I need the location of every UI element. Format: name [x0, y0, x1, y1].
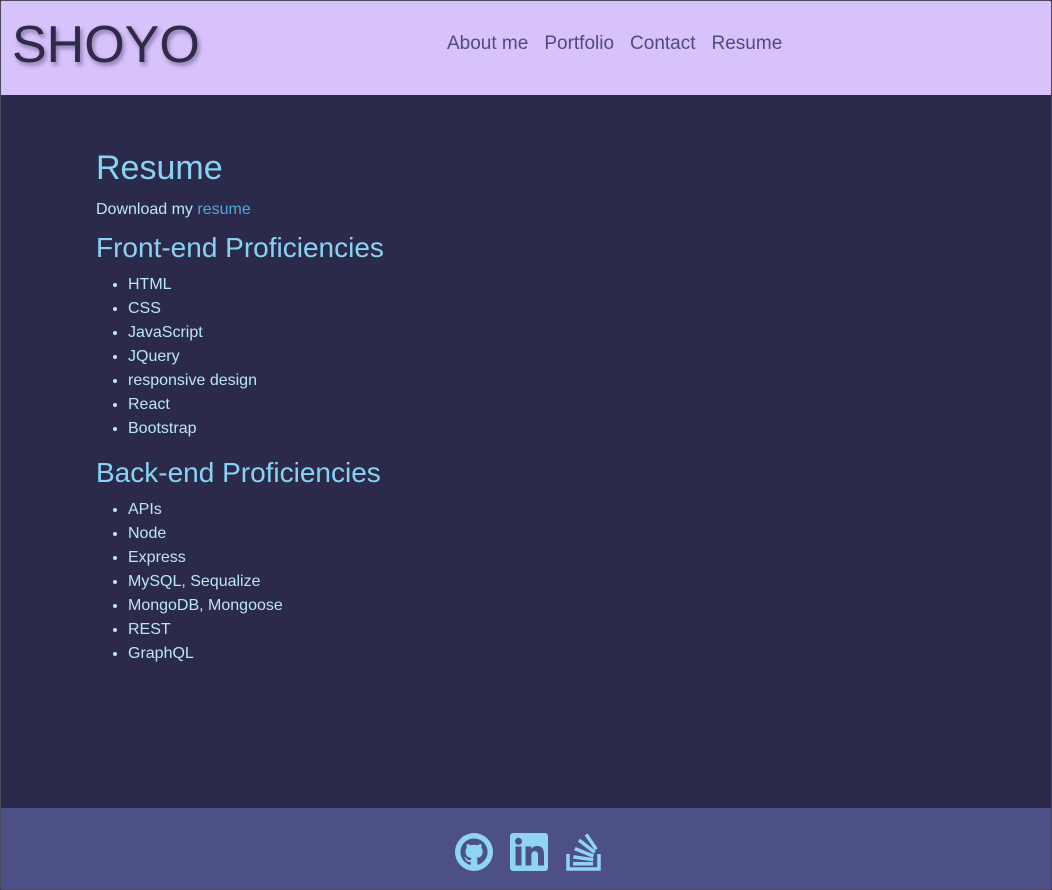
- list-item: React: [128, 393, 384, 417]
- list-item: responsive design: [128, 369, 384, 393]
- stackoverflow-icon[interactable]: [564, 832, 604, 872]
- list-item: Bootstrap: [128, 417, 384, 441]
- list-item: Node: [128, 522, 384, 546]
- frontend-list: HTML CSS JavaScript JQuery responsive de…: [96, 273, 384, 441]
- nav-portfolio[interactable]: Portfolio: [544, 31, 614, 57]
- download-text: Download my: [96, 201, 198, 218]
- list-item: GraphQL: [128, 642, 384, 666]
- list-item: CSS: [128, 297, 384, 321]
- resume-download-link[interactable]: resume: [197, 201, 250, 218]
- backend-heading: Back-end Proficiencies: [96, 457, 381, 488]
- site-brand[interactable]: SHOYO: [12, 15, 200, 75]
- site-header: SHOYO About me Portfolio Contact Resume: [1, 1, 1051, 95]
- main-nav: About me Portfolio Contact Resume: [447, 31, 798, 57]
- backend-section: Back-end Proficiencies APIs Node Express…: [96, 454, 384, 666]
- list-item: MySQL, Sequalize: [128, 570, 384, 594]
- social-icons: [454, 832, 604, 872]
- list-item: APIs: [128, 498, 384, 522]
- nav-about-me[interactable]: About me: [447, 31, 528, 57]
- download-line: Download my resume: [96, 199, 384, 221]
- list-item: REST: [128, 618, 384, 642]
- list-item: JavaScript: [128, 321, 384, 345]
- linkedin-icon[interactable]: [509, 832, 549, 872]
- page-frame: SHOYO About me Portfolio Contact Resume …: [0, 0, 1052, 890]
- nav-contact[interactable]: Contact: [630, 31, 695, 57]
- site-footer: [1, 808, 1051, 889]
- list-item: Express: [128, 546, 384, 570]
- list-item: MongoDB, Mongoose: [128, 594, 384, 618]
- github-icon[interactable]: [454, 832, 494, 872]
- page-title: Resume: [96, 149, 223, 187]
- frontend-heading: Front-end Proficiencies: [96, 232, 384, 263]
- nav-resume[interactable]: Resume: [712, 31, 783, 57]
- list-item: HTML: [128, 273, 384, 297]
- resume-content: Resume Download my resume Front-end Prof…: [96, 141, 384, 666]
- backend-list: APIs Node Express MySQL, Sequalize Mongo…: [96, 498, 384, 666]
- list-item: JQuery: [128, 345, 384, 369]
